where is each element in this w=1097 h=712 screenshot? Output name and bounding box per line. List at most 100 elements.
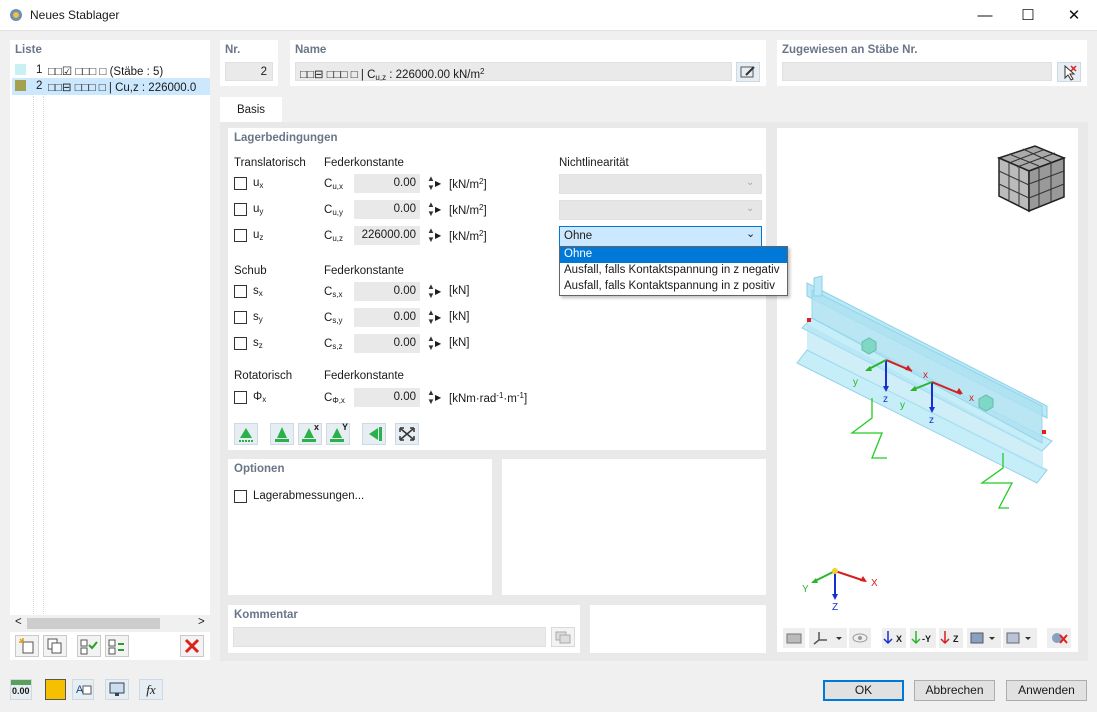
maximize-button[interactable]: ☐ <box>1005 0 1051 31</box>
view-z-button[interactable]: Z <box>939 628 963 648</box>
options-panel: Optionen Lagerabmessungen... <box>228 459 492 595</box>
s-y-spring-input[interactable]: 0.00 <box>354 308 420 327</box>
u-x-arrow-icon[interactable]: ▶ <box>435 179 441 188</box>
preview-canvas[interactable]: x z y x z y X Z Y <box>777 128 1078 618</box>
support-y-button[interactable]: Y <box>326 422 350 445</box>
new-item-button[interactable] <box>15 635 39 657</box>
u-x-spring-input[interactable]: 0.00 <box>354 174 420 193</box>
s-x-label: sx <box>253 285 263 298</box>
list-panel: Liste 1 □□☑ □□□ □ (Stäbe : 5) 2 □□⊟ □□□ … <box>10 40 210 660</box>
support-dimensions-checkbox[interactable] <box>234 490 247 503</box>
u-z-checkbox[interactable] <box>234 229 247 242</box>
u-z-spring-input[interactable]: 226000.00 <box>354 226 420 245</box>
const-sub: s,y <box>332 316 343 325</box>
s-y-checkbox[interactable] <box>234 311 247 324</box>
c-phi-x-input[interactable]: 0.00 <box>354 388 420 407</box>
support-fixed-button[interactable] <box>270 423 294 445</box>
comment-library-button[interactable] <box>551 627 575 647</box>
u-z-arrow-icon[interactable]: ▶ <box>435 231 441 240</box>
copy-item-button[interactable] <box>43 635 67 657</box>
formula-button[interactable]: fx <box>139 679 163 700</box>
minimize-button[interactable]: — <box>962 0 1008 31</box>
list-item-num: 1 <box>36 64 43 76</box>
s-y-label: sy <box>253 311 263 324</box>
options-title: Optionen <box>234 463 285 475</box>
view-x-button[interactable]: X <box>882 628 906 648</box>
list-scrollbar[interactable]: < > <box>10 615 210 632</box>
const-sub: u,x <box>332 182 343 191</box>
units-button[interactable]: 0.00 <box>10 679 32 700</box>
scroll-left-arrow[interactable]: < <box>15 616 22 628</box>
edit-name-button[interactable] <box>736 62 760 82</box>
info-sheet-icon: A <box>76 684 92 696</box>
name-field[interactable]: □□⊟ □□□ □ | Cu,z : 226000.00 kN/m2 <box>295 62 732 82</box>
fit-view-button[interactable] <box>395 423 419 445</box>
u-y-checkbox[interactable] <box>234 203 247 216</box>
view-x-icon <box>883 631 893 645</box>
support-x-button[interactable]: x <box>298 422 322 445</box>
list-item[interactable]: 2 □□⊟ □□□ □ | Cu,z : 226000.0 <box>12 78 210 95</box>
s-z-checkbox[interactable] <box>234 337 247 350</box>
delete-item-button[interactable] <box>180 635 204 657</box>
local-x2-label: x <box>969 393 974 404</box>
s-x-checkbox[interactable] <box>234 285 247 298</box>
dropdown-option[interactable]: Ohne <box>560 247 787 263</box>
units-bar-icon <box>11 680 31 685</box>
nonlinearity-uz-select[interactable]: Ohne ⌄ <box>559 226 762 247</box>
phi-x-dof: Φ <box>253 391 263 403</box>
ok-button[interactable]: OK <box>823 680 904 701</box>
title-bar: Neues Stablager — ☐ ✕ <box>0 0 1097 31</box>
pick-cursor-icon <box>1064 64 1077 81</box>
tree-line <box>33 96 34 616</box>
scroll-right-arrow[interactable]: > <box>198 616 205 628</box>
tab-basis[interactable]: Basis <box>220 97 282 123</box>
color-swatch-button[interactable] <box>45 679 66 700</box>
reset-view-button[interactable] <box>1047 628 1071 648</box>
unit-text: [kN/m <box>449 231 480 243</box>
scroll-thumb[interactable] <box>27 618 160 629</box>
u-z-label: uz <box>253 229 263 242</box>
dropdown-option[interactable]: Ausfall, falls Kontaktspannung in z nega… <box>560 263 787 279</box>
s-y-unit: [kN] <box>449 311 470 323</box>
dropdown-option[interactable]: Ausfall, falls Kontaktspannung in z posi… <box>560 279 787 295</box>
apply-button[interactable]: Anwenden <box>1006 680 1087 701</box>
view-settings-button[interactable] <box>849 628 871 648</box>
view-minus-y-button[interactable]: -Y <box>910 628 936 648</box>
support-hinged-button[interactable] <box>234 423 258 445</box>
pick-members-button[interactable] <box>1057 62 1081 82</box>
support-wall-button[interactable] <box>362 423 386 445</box>
s-z-spring-input[interactable]: 0.00 <box>354 334 420 353</box>
close-button[interactable]: ✕ <box>1051 0 1097 31</box>
uncheck-button[interactable] <box>105 635 129 657</box>
axes-display-button[interactable] <box>809 628 847 648</box>
display-mode-button[interactable] <box>1003 628 1037 648</box>
s-y-arrow-icon[interactable]: ▶ <box>435 313 441 322</box>
print-icon <box>786 633 802 644</box>
comment-input[interactable] <box>233 627 546 647</box>
print-view-button[interactable] <box>783 628 805 648</box>
s-x-arrow-icon[interactable]: ▶ <box>435 287 441 296</box>
spring-left-icon <box>850 398 887 459</box>
name-label: Name <box>295 44 327 56</box>
unit-end: ] <box>483 205 487 217</box>
list-item[interactable]: 1 □□☑ □□□ □ (Stäbe : 5) <box>12 62 210 79</box>
chevron-down-icon: ⌄ <box>746 177 755 188</box>
c-phi-x-arrow-icon[interactable]: ▶ <box>435 393 441 402</box>
local-y-label: y <box>853 377 858 388</box>
info-button[interactable]: A <box>72 679 94 700</box>
assigned-field[interactable] <box>782 62 1052 81</box>
comment-title: Kommentar <box>234 609 298 621</box>
display-button[interactable] <box>105 679 129 700</box>
nr-field[interactable]: 2 <box>225 62 273 81</box>
u-x-checkbox[interactable] <box>234 177 247 190</box>
u-y-spring-input[interactable]: 0.00 <box>354 200 420 219</box>
cancel-button[interactable]: Abbrechen <box>914 680 995 701</box>
check-all-button[interactable] <box>77 635 101 657</box>
s-z-arrow-icon[interactable]: ▶ <box>435 339 441 348</box>
phi-x-checkbox[interactable] <box>234 391 247 404</box>
render-mode-button[interactable] <box>967 628 1001 648</box>
axes-dropdown-icon <box>813 632 842 645</box>
u-y-arrow-icon[interactable]: ▶ <box>435 205 441 214</box>
render-mode-icon <box>970 632 995 644</box>
s-x-spring-input[interactable]: 0.00 <box>354 282 420 301</box>
